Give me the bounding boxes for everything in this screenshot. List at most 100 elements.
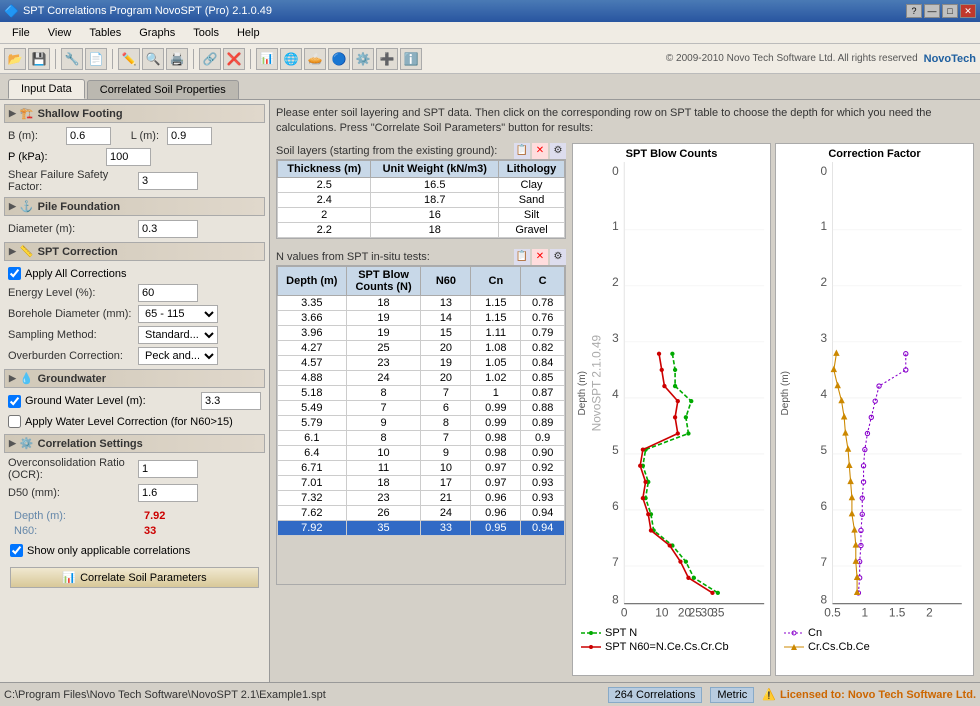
tabs: Input Data Correlated Soil Properties [0,74,980,100]
table-row[interactable]: 2.218Gravel [278,222,565,237]
table-row[interactable]: 3.6619141.150.76 [278,310,565,325]
help-btn[interactable]: ? [906,4,922,18]
table-row[interactable]: 4.5723191.050.84 [278,355,565,370]
tb-delete[interactable]: ❌ [223,48,245,70]
table-row[interactable]: 7.6226240.960.94 [278,505,565,520]
table-row[interactable]: 216Silt [278,207,565,222]
soil-layer-delete-icon[interactable]: ✕ [532,143,548,159]
menu-file[interactable]: File [4,25,38,41]
d50-input[interactable] [138,484,198,502]
chart1-svg-container: 0 10 20 25 30 35 0 1 2 3 [590,162,766,625]
gwl-input[interactable] [201,392,261,410]
title-area: 🔷 SPT Correlations Program NovoSPT (Pro)… [4,4,272,18]
borehole-select[interactable]: 65 - 115 115 - 150 150+ [138,305,218,323]
energy-input[interactable] [138,284,198,302]
table-row[interactable]: 6.1870.980.9 [278,430,565,445]
table-row[interactable]: 5.49760.990.88 [278,400,565,415]
tb-open[interactable]: 📂 [4,48,26,70]
soil-layer-add-icon[interactable]: 📋 [514,143,530,159]
tab-correlated-properties[interactable]: Correlated Soil Properties [87,80,239,99]
tb-pie[interactable]: 🥧 [304,48,326,70]
menu-tools[interactable]: Tools [185,25,227,41]
shallow-footing-header[interactable]: ▶ 🏗️ Shallow Footing [4,104,265,123]
groundwater-content: Ground Water Level (m): Apply Water Leve… [4,392,265,430]
tb-edit[interactable]: ✏️ [118,48,140,70]
correlations-count: 264 Correlations [608,687,703,703]
p-input[interactable] [106,148,151,166]
borehole-label: Borehole Diameter (mm): [8,308,138,320]
menu-view[interactable]: View [40,25,80,41]
b-input[interactable] [66,127,111,145]
pile-foundation-header[interactable]: ▶ ⚓ Pile Foundation [4,197,265,216]
tb-link[interactable]: 🔗 [199,48,221,70]
water-correction-checkbox[interactable] [8,415,21,428]
apply-all-checkbox[interactable] [8,267,21,280]
spt-data-table: Depth (m) SPT Blow Counts (N) N60 Cn C 3… [277,266,565,536]
novotech-logo: NovoTech [924,53,976,65]
svg-text:0: 0 [612,164,619,178]
groundwater-header[interactable]: ▶ 💧 Groundwater [4,369,265,388]
spt-add-icon[interactable]: 📋 [514,249,530,265]
ocr-input[interactable] [138,460,198,478]
gwl-checkbox[interactable] [8,395,21,408]
table-row[interactable]: 3.3518131.150.78 [278,295,565,310]
spt-correction-header[interactable]: ▶ 📏 SPT Correction [4,242,265,261]
legend-spt-n: SPT N [581,627,762,639]
tb-tools[interactable]: 🔧 [61,48,83,70]
overburden-select[interactable]: Peck and... Other [138,347,218,365]
tb-save[interactable]: 💾 [28,48,50,70]
table-row[interactable]: 6.41090.980.90 [278,445,565,460]
tb-new[interactable]: 📄 [85,48,107,70]
shear-input[interactable] [138,172,198,190]
tb-add[interactable]: ➕ [376,48,398,70]
table-row[interactable]: 5.79980.990.89 [278,415,565,430]
sampling-select[interactable]: Standard... Other [138,326,218,344]
l-input[interactable] [167,127,212,145]
table-row[interactable]: 7.0118170.970.93 [278,475,565,490]
tb-map[interactable]: 🌐 [280,48,302,70]
tb-globe[interactable]: 🔵 [328,48,350,70]
license-label: ⚠️ Licensed to: Novo Tech Software Ltd. [762,688,976,701]
toolbar: 📂 💾 🔧 📄 ✏️ 🔍 🖨️ 🔗 ❌ 📊 🌐 🥧 🔵 ⚙️ ➕ ℹ️ © 20… [0,44,980,74]
tb-filter[interactable]: 🔍 [142,48,164,70]
spt-settings-icon[interactable]: ⚙ [550,249,566,265]
pile-foundation-label: Pile Foundation [38,201,121,213]
collapse-icon: ▶ [9,108,16,119]
soil-layer-icons: 📋 ✕ ⚙ [514,143,566,159]
tb-info[interactable]: ℹ️ [400,48,422,70]
menu-tables[interactable]: Tables [81,25,129,41]
table-row[interactable]: 2.418.7Sand [278,192,565,207]
maximize-btn[interactable]: □ [942,4,958,18]
table-row[interactable]: 7.9235330.950.94 [278,520,565,535]
table-row[interactable]: 6.7111100.970.92 [278,460,565,475]
spt-delete-icon[interactable]: ✕ [532,249,548,265]
table-row[interactable]: 7.3223210.960.93 [278,490,565,505]
borehole-row: Borehole Diameter (mm): 65 - 115 115 - 1… [4,305,265,323]
tb-settings[interactable]: ⚙️ [352,48,374,70]
app-title: SPT Correlations Program NovoSPT (Pro) 2… [23,5,272,17]
svg-text:6: 6 [612,499,619,513]
correlation-settings-header[interactable]: ▶ ⚙️ Correlation Settings [4,434,265,453]
menu-help[interactable]: Help [229,25,268,41]
tb-print[interactable]: 🖨️ [166,48,188,70]
tab-input-data[interactable]: Input Data [8,79,85,99]
svg-text:10: 10 [655,605,669,619]
d50-label: D50 (mm): [8,487,138,499]
table-row[interactable]: 4.2725201.080.82 [278,340,565,355]
menu-graphs[interactable]: Graphs [131,25,183,41]
table-row[interactable]: 2.516.5Clay [278,177,565,192]
close-btn[interactable]: ✕ [960,4,976,18]
minimize-btn[interactable]: — [924,4,940,18]
svg-text:8: 8 [821,592,828,606]
l-label: L (m): [119,130,159,142]
soil-layer-settings-icon[interactable]: ⚙ [550,143,566,159]
show-applicable-checkbox[interactable] [10,544,23,557]
col-thickness: Thickness (m) [278,160,371,177]
table-row[interactable]: 3.9619151.110.79 [278,325,565,340]
table-row[interactable]: 4.8824201.020.85 [278,370,565,385]
correlate-button[interactable]: 📊 Correlate Soil Parameters [10,567,259,588]
svg-text:0.5: 0.5 [824,605,841,619]
diameter-input[interactable] [138,220,198,238]
tb-bar-chart[interactable]: 📊 [256,48,278,70]
table-row[interactable]: 5.188710.87 [278,385,565,400]
